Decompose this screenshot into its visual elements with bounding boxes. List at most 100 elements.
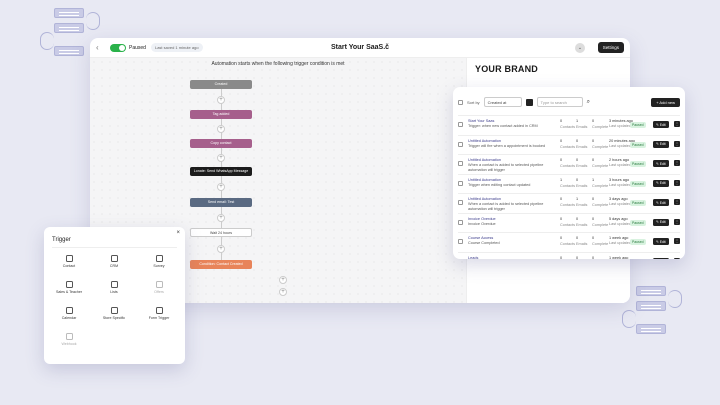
trigger-option[interactable]: Calendar [48, 307, 90, 331]
stat-value: 0 [560, 216, 563, 221]
updated-time: 3 hours ago [609, 177, 630, 182]
more-icon[interactable]: ⋮ [674, 199, 680, 205]
sort-select[interactable]: Created at [483, 97, 522, 107]
more-icon[interactable]: ⋮ [674, 238, 680, 244]
add-step-icon[interactable]: + [217, 95, 225, 104]
row-checkbox[interactable] [458, 180, 463, 186]
row-checkbox[interactable] [458, 161, 463, 166]
stat-label: Emails [576, 203, 588, 207]
edit-button[interactable]: ✎ Edit [653, 257, 669, 259]
more-icon[interactable]: ⋮ [674, 140, 680, 147]
stat-label: Contacts [560, 125, 575, 129]
trigger-option[interactable]: Store Specific [93, 307, 135, 331]
stat-value: 0 [560, 255, 563, 260]
trigger-option[interactable]: CRM [93, 255, 135, 279]
table-row[interactable]: Start Your Saas Trigger: when new contact… [458, 116, 680, 136]
edit-button[interactable]: ✎ Edit [653, 199, 669, 206]
more-icon[interactable]: ⋮ [674, 160, 680, 166]
automation-description: Course Completed [468, 241, 500, 245]
stat-value: 0 [592, 138, 595, 143]
more-icon[interactable]: ⋮ [674, 218, 680, 225]
automation-name[interactable]: Leads [468, 256, 478, 260]
automation-name[interactable]: Start Your Saas [468, 119, 494, 123]
trigger-option[interactable]: Sales & Teacher [48, 281, 90, 305]
more-icon[interactable]: ⋮ [674, 179, 680, 186]
table-row[interactable]: Untitled Automation When a contact is add… [458, 155, 680, 175]
trigger-option[interactable]: Webhook [48, 333, 90, 357]
stat-cell: 0 Contacts [560, 158, 575, 168]
add-step-icon[interactable]: + [279, 276, 287, 284]
trigger-option[interactable]: Lists [93, 281, 135, 305]
trigger-option[interactable]: Survey [138, 255, 180, 279]
calendar-icon[interactable] [525, 98, 533, 106]
trigger-option[interactable]: Form Trigger [138, 307, 180, 331]
add-step-icon[interactable]: + [217, 125, 225, 133]
trigger-title: Trigger [52, 237, 71, 243]
edit-button[interactable]: ✎ Edit [653, 218, 669, 226]
add-new-button[interactable]: + Add new [651, 97, 680, 107]
active-toggle[interactable] [110, 43, 126, 52]
add-step-icon[interactable]: + [217, 153, 225, 162]
edit-button[interactable]: ✎ Edit [653, 179, 669, 187]
workflow-node[interactable]: Tag added [190, 110, 252, 119]
edit-button[interactable]: ✎ Edit [653, 238, 669, 245]
workflow-node[interactable]: Created [190, 80, 252, 89]
add-step-icon[interactable]: + [217, 213, 225, 222]
table-row[interactable]: Untitled Automation Trigger will fire whe… [458, 136, 680, 155]
sort-label: Sort by [467, 99, 480, 105]
stat-cell: 0 Complete [592, 197, 608, 207]
workflow-node[interactable]: Condition: Contact Created [190, 260, 252, 269]
stat-cell: 0 Emails [576, 158, 587, 168]
add-step-icon[interactable]: + [217, 244, 225, 253]
more-icon[interactable]: ⋮ [674, 121, 680, 127]
stat-label: Complete [592, 125, 609, 129]
search-input[interactable]: Type to search [536, 97, 583, 107]
settings-button[interactable]: Settings [597, 42, 624, 53]
stat-value: 0 [560, 119, 563, 123]
row-checkbox[interactable] [458, 141, 463, 147]
workflow-node[interactable]: Lonate: Send WhatsApp Message [190, 167, 252, 176]
stat-value: 0 [592, 197, 595, 201]
edit-button[interactable]: ✎ Edit [653, 160, 669, 167]
workflow-node[interactable]: Copy contact [190, 139, 252, 148]
trigger-option[interactable]: Contact [48, 255, 90, 279]
chevron-down-icon[interactable]: ⌄ [575, 42, 585, 53]
workflow-node[interactable]: Wait 24 hours [190, 228, 252, 237]
add-step-icon[interactable]: + [217, 183, 225, 191]
automation-name[interactable]: Untitled Automation [468, 158, 501, 162]
stat-label: Emails [576, 183, 588, 188]
paused-label: Paused [129, 44, 146, 51]
add-step-icon[interactable]: + [279, 288, 287, 296]
table-row[interactable]: Untitled Automation When a contact is add… [458, 194, 680, 214]
select-all-checkbox[interactable] [458, 99, 463, 105]
list-toolbar: Sort by Created at Type to search ⌕ + Ad… [453, 93, 685, 111]
back-icon[interactable]: ‹ [96, 43, 106, 52]
stat-label: Contacts [560, 222, 575, 227]
row-checkbox[interactable] [458, 239, 463, 244]
automation-name[interactable]: Course Access [468, 236, 493, 240]
stat-value: 0 [576, 255, 579, 260]
close-icon[interactable]: × [176, 230, 180, 236]
workflow-node[interactable]: Send email: Test [190, 198, 252, 207]
row-checkbox[interactable] [458, 122, 463, 127]
table-row[interactable]: Invoice Overdue Invoice Overdue 0 Contacts 0… [458, 214, 680, 233]
trigger-option-icon [65, 281, 73, 288]
automation-name[interactable]: Untitled Automation [468, 139, 501, 143]
table-row[interactable]: Course Access Course Completed 0 Contacts 0 E… [458, 233, 680, 253]
row-checkbox[interactable] [458, 200, 463, 205]
trigger-option-label: CRM [109, 264, 119, 268]
trigger-option-icon [65, 307, 73, 314]
automation-name[interactable]: Untitled Automation [468, 197, 501, 201]
row-checkbox[interactable] [458, 219, 463, 225]
table-row[interactable]: Untitled Automation Trigger when editing … [458, 175, 680, 194]
trigger-option-label: Webhook [61, 342, 77, 346]
more-icon[interactable]: ⋮ [674, 257, 680, 259]
automation-name[interactable]: Invoice Overdue [468, 217, 496, 221]
search-icon[interactable]: ⌕ [587, 99, 590, 106]
edit-button[interactable]: ✎ Edit [653, 140, 669, 148]
table-row[interactable]: LeadsTrigger will fire when a form is su… [458, 253, 680, 260]
trigger-option[interactable]: Offers [138, 281, 180, 305]
edit-button[interactable]: ✎ Edit [653, 121, 669, 128]
row-checkbox[interactable] [458, 258, 463, 259]
automation-name[interactable]: Untitled Automation [468, 178, 501, 182]
